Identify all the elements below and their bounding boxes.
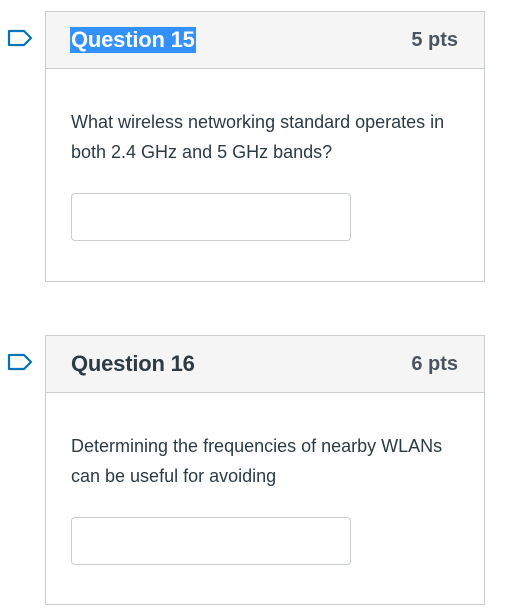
question-title: Question 16: [71, 351, 195, 376]
question-text: What wireless networking standard operat…: [71, 112, 445, 162]
question-15-card: Question 15 5 pts What wireless networki…: [45, 11, 485, 282]
question-body: Determining the frequencies of nearby WL…: [46, 393, 484, 565]
question-points: 6 pts: [411, 352, 458, 375]
question-text: Determining the frequencies of nearby WL…: [71, 436, 443, 486]
question-header: Question 16 6 pts: [46, 336, 484, 393]
flag-question-16-icon[interactable]: [7, 353, 33, 371]
flag-question-15-icon[interactable]: [7, 29, 33, 47]
answer-input[interactable]: [71, 193, 351, 241]
question-header: Question 15 5 pts: [46, 12, 484, 69]
question-body: What wireless networking standard operat…: [46, 69, 484, 241]
question-points: 5 pts: [411, 28, 458, 51]
question-16-card: Question 16 6 pts Determining the freque…: [45, 335, 485, 605]
question-title: Question 15: [70, 27, 196, 53]
answer-input[interactable]: [71, 517, 351, 565]
quiz-page: Question 15 5 pts What wireless networki…: [0, 0, 517, 614]
